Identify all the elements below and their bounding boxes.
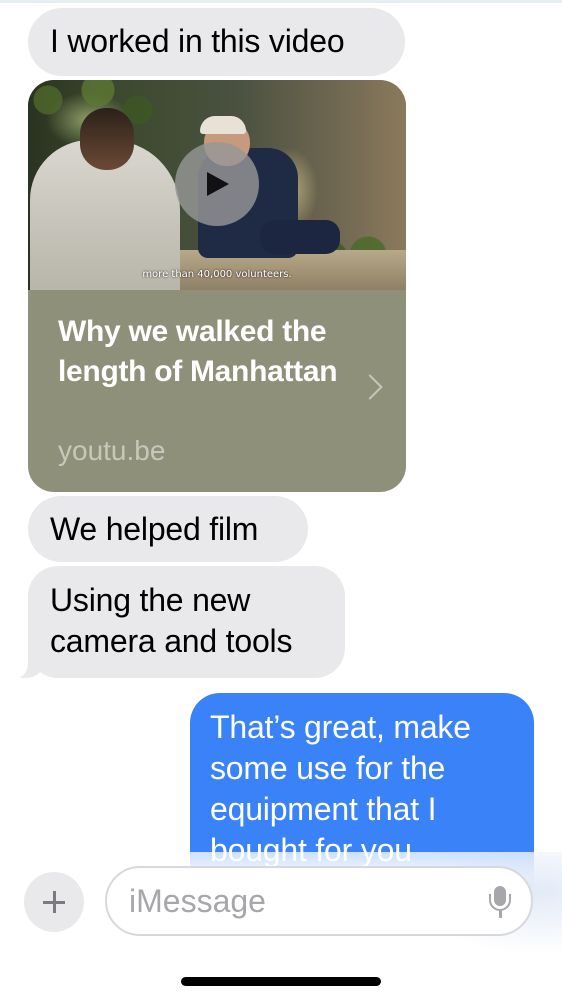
- thumbnail-cap: [200, 116, 246, 134]
- add-attachment-button[interactable]: [24, 872, 84, 932]
- message-text: Using the new camera and tools: [50, 582, 293, 659]
- play-icon: [207, 172, 229, 196]
- message-text: I worked in this video: [50, 23, 345, 59]
- link-preview-card[interactable]: more than 40,000 volunteers. Why we walk…: [28, 80, 406, 492]
- message-input[interactable]: [129, 880, 469, 922]
- play-button[interactable]: [175, 142, 259, 226]
- message-text: We helped film: [50, 511, 259, 547]
- message-text: That’s great, make some use for the equi…: [210, 709, 471, 868]
- thumbnail-person-left-head: [80, 108, 134, 170]
- home-indicator[interactable]: [181, 977, 381, 986]
- plus-icon-stroke: [53, 891, 56, 913]
- thumbnail-person-right-leg: [260, 220, 340, 254]
- video-caption: more than 40,000 volunteers.: [142, 269, 292, 280]
- microphone-stem: [499, 911, 502, 918]
- microphone-arc: [489, 894, 511, 911]
- received-message-bubble[interactable]: Using the new camera and tools: [28, 566, 345, 678]
- message-field[interactable]: [105, 866, 533, 936]
- chevron-right-icon: [357, 374, 383, 400]
- top-divider: [0, 0, 562, 3]
- link-domain: youtu.be: [58, 435, 166, 466]
- link-title: Why we walked the length of Manhattan: [58, 315, 338, 388]
- microphone-icon[interactable]: [487, 886, 513, 920]
- video-thumbnail[interactable]: more than 40,000 volunteers.: [28, 80, 406, 290]
- received-message-bubble[interactable]: We helped film: [28, 496, 308, 562]
- received-message-bubble[interactable]: I worked in this video: [28, 8, 405, 76]
